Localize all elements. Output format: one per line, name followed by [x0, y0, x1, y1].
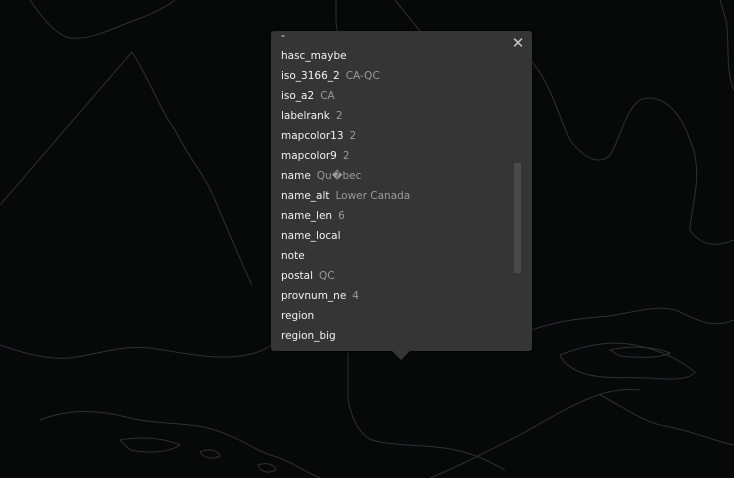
- attribute-value: Lower Canada: [335, 190, 411, 202]
- attribute-value: 2: [349, 130, 357, 142]
- coastline-maritimes: [599, 394, 734, 446]
- river-st-lawrence: [429, 389, 641, 478]
- attribute-scroll-area[interactable]: - hasc_maybe iso_3166_2 CA-QC iso_a2 CA labelr…: [271, 31, 511, 351]
- gulf-coastline: [531, 307, 734, 331]
- island-small-1: [199, 449, 221, 459]
- attribute-key: name_local: [281, 230, 341, 242]
- scrollbar[interactable]: [514, 163, 521, 273]
- attribute-value: 2: [335, 110, 343, 122]
- attribute-key: provnum_ne: [281, 290, 347, 302]
- attribute-row: region_big: [281, 326, 410, 346]
- attribute-value: 4: [352, 290, 359, 302]
- attribute-key: hasc_maybe: [281, 50, 347, 62]
- attribute-key: labelrank: [281, 110, 330, 122]
- attribute-key: mapcolor13: [281, 130, 344, 142]
- attribute-row: iso_3166_2 CA-QC: [281, 66, 410, 86]
- island-small-2: [257, 463, 277, 473]
- attribute-row: mapcolor13 2: [281, 126, 410, 146]
- attribute-value: CA-QC: [345, 70, 380, 82]
- attribute-row: name Qu�bec: [281, 166, 410, 186]
- attribute-row: mapcolor9 2: [281, 146, 410, 166]
- gaspe-peninsula: [559, 342, 696, 380]
- border-line-west: [0, 51, 133, 206]
- attribute-row: region: [281, 306, 410, 326]
- attribute-row: iso_a2 CA: [281, 86, 410, 106]
- attribute-row: labelrank 2: [281, 106, 410, 126]
- lake-outline: [118, 437, 181, 453]
- attribute-row: provnum_ne 4: [281, 286, 410, 306]
- attribute-key: postal: [281, 270, 314, 282]
- coastline-west-diagonal: [131, 51, 253, 286]
- attribute-row: name_len 6: [281, 206, 410, 226]
- feature-popup: - hasc_maybe iso_3166_2 CA-QC iso_a2 CA labelr…: [271, 31, 532, 351]
- attribute-key: name_alt: [281, 190, 330, 202]
- attribute-key: name: [281, 170, 311, 182]
- coastline-east-bay: [529, 59, 734, 245]
- labrador-coast: [719, 0, 734, 91]
- close-button[interactable]: ✕: [511, 35, 525, 51]
- coastline-far-west: [0, 344, 272, 359]
- attribute-key: note: [281, 250, 305, 262]
- attribute-key: region_big: [281, 330, 336, 342]
- attribute-key: iso_3166_2: [281, 70, 340, 82]
- attribute-value: CA: [320, 90, 335, 102]
- provincial-border-south: [347, 352, 506, 471]
- attribute-row: name_local: [281, 226, 410, 246]
- attribute-value: Qu�bec: [316, 170, 362, 182]
- attribute-row: -: [281, 31, 410, 46]
- attribute-value: 6: [338, 210, 345, 222]
- attribute-key: iso_a2: [281, 90, 315, 102]
- attribute-row: hasc_maybe: [281, 46, 410, 66]
- attribute-key: -: [281, 31, 285, 42]
- attribute-row: note: [281, 246, 410, 266]
- attribute-row: name_alt Lower Canada: [281, 186, 410, 206]
- attribute-key: mapcolor9: [281, 150, 337, 162]
- coastline-northwest: [29, 0, 176, 39]
- attribute-list: - hasc_maybe iso_3166_2 CA-QC iso_a2 CA labelr…: [281, 31, 410, 346]
- attribute-value: 2: [342, 150, 350, 162]
- attribute-key: region: [281, 310, 315, 322]
- popup-tip: [392, 351, 410, 360]
- attribute-row: postal QC: [281, 266, 410, 286]
- attribute-key: name_len: [281, 210, 333, 222]
- attribute-value: QC: [319, 270, 335, 282]
